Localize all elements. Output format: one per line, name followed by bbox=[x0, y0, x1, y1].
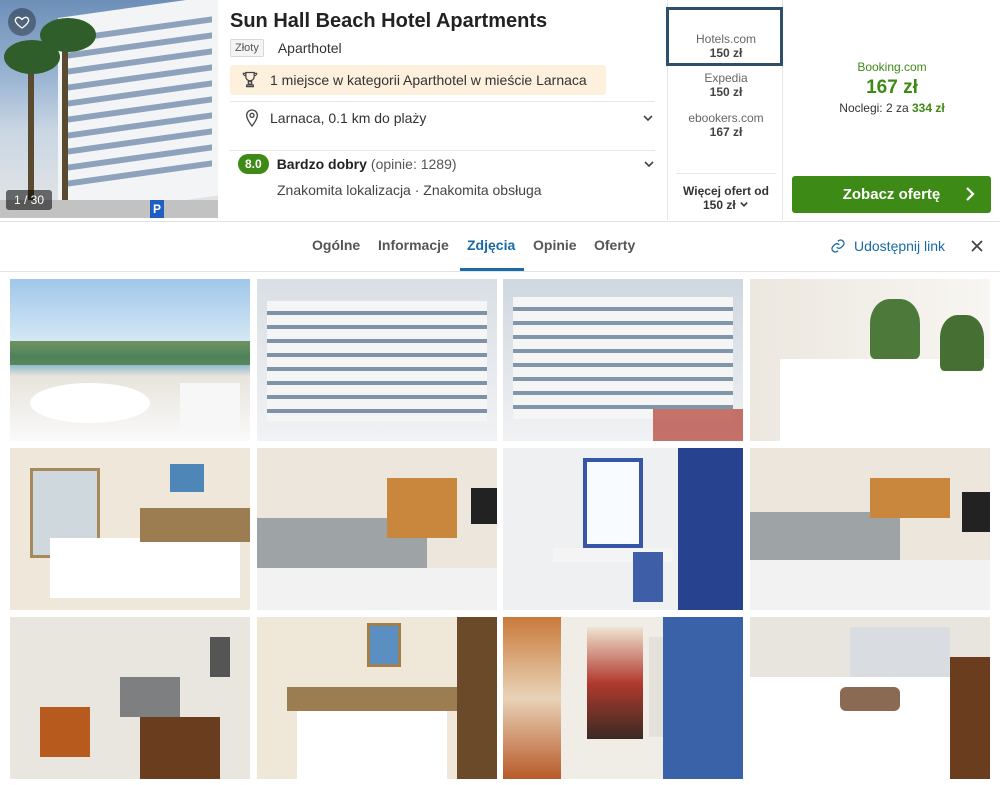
photo-hotel-facade-2[interactable] bbox=[503, 279, 743, 441]
active-tab-indicator bbox=[460, 268, 524, 271]
rating-row[interactable]: 8.0 Bardzo dobry (opinie: 1289) Znakomit… bbox=[238, 154, 655, 198]
rating-count: (opinie: 1289) bbox=[370, 156, 457, 172]
divider bbox=[230, 101, 655, 102]
parking-sign: P bbox=[150, 200, 164, 218]
photo-bedroom[interactable] bbox=[10, 448, 250, 610]
hotel-card: P 1 / 30 Sun Hall Beach Hotel Apartments… bbox=[0, 0, 1000, 222]
deal-nights: Noclegi: 2 za 334 zł bbox=[792, 101, 992, 115]
score-badge: 8.0 bbox=[238, 154, 269, 174]
tab-photos[interactable]: Zdjęcia bbox=[467, 237, 515, 253]
link-icon bbox=[831, 239, 845, 253]
photo-dining-area[interactable] bbox=[10, 617, 250, 779]
best-deal: Booking.com 167 zł Noclegi: 2 za 334 zł … bbox=[792, 0, 992, 220]
tier-badge: Złoty bbox=[230, 39, 264, 57]
photo-bedroom-2[interactable] bbox=[257, 617, 497, 779]
deal-provider: Booking.com bbox=[857, 60, 927, 74]
chevron-down-icon bbox=[643, 115, 653, 122]
photo-artwork-wall[interactable] bbox=[503, 617, 743, 779]
view-offer-button[interactable]: Zobacz ofertę bbox=[792, 176, 991, 213]
deal-price: 167 zł bbox=[866, 77, 918, 98]
tab-offers[interactable]: Oferty bbox=[594, 237, 635, 253]
photo-living-room-2[interactable] bbox=[750, 448, 990, 610]
tab-info[interactable]: Informacje bbox=[378, 237, 449, 253]
photo-desk-window[interactable] bbox=[503, 448, 743, 610]
offer-ebookers[interactable]: ebookers.com 167 zł bbox=[668, 111, 784, 139]
location-row[interactable]: Larnaca, 0.1 km do plaży bbox=[244, 108, 654, 128]
heart-icon bbox=[14, 16, 30, 29]
property-type: Aparthotel bbox=[277, 40, 342, 56]
offer-expedia[interactable]: Expedia 150 zł bbox=[668, 71, 784, 99]
rating-label: Bardzo dobry bbox=[276, 156, 367, 172]
photo-plants-terrace[interactable] bbox=[750, 279, 990, 441]
rating-highlights: Znakomita lokalizacja · Znakomita obsług… bbox=[277, 182, 542, 198]
location-text: Larnaca, 0.1 km do plaży bbox=[270, 110, 427, 126]
tab-reviews[interactable]: Opinie bbox=[533, 237, 577, 253]
photo-hotel-facade[interactable] bbox=[257, 279, 497, 441]
more-offers-label: Więcej ofert od bbox=[683, 184, 769, 198]
highlight-box bbox=[666, 7, 783, 66]
share-label: Udostępnij link bbox=[854, 238, 946, 254]
award-text: 1 miejsce w kategorii Aparthotel w mieśc… bbox=[270, 72, 587, 88]
chevron-right-icon bbox=[966, 187, 975, 201]
nights-prefix: Noclegi: 2 za bbox=[839, 101, 909, 115]
chevron-down-icon bbox=[740, 202, 748, 207]
offer-provider: ebookers.com bbox=[688, 111, 764, 125]
hotel-main-photo[interactable]: P 1 / 30 bbox=[0, 0, 218, 218]
trophy-icon bbox=[242, 71, 258, 88]
location-pin-icon bbox=[245, 109, 259, 128]
divider bbox=[676, 173, 776, 174]
award-banner: 1 miejsce w kategorii Aparthotel w mieśc… bbox=[230, 65, 606, 95]
chevron-down-icon bbox=[644, 161, 654, 168]
nights-total: 334 zł bbox=[912, 101, 945, 115]
offer-price: 150 zł bbox=[709, 85, 743, 99]
more-offers-price: 150 zł bbox=[702, 198, 736, 212]
offer-provider: Expedia bbox=[704, 71, 748, 85]
offer-price: 167 zł bbox=[709, 125, 743, 139]
photo-living-room[interactable] bbox=[257, 448, 497, 610]
photo-bedroom-3[interactable] bbox=[750, 617, 990, 779]
view-offer-label: Zobacz ofertę bbox=[842, 186, 941, 203]
photo-balcony-sea[interactable] bbox=[10, 279, 250, 441]
detail-tabs: Ogólne Informacje Zdjęcia Opinie Oferty … bbox=[0, 222, 1000, 272]
photo-counter: 1 / 30 bbox=[6, 190, 53, 210]
close-icon bbox=[971, 240, 983, 252]
tab-general[interactable]: Ogólne bbox=[312, 237, 360, 253]
share-link[interactable]: Udostępnij link bbox=[830, 238, 945, 254]
more-offers-link[interactable]: Więcej ofert od 150 zł bbox=[668, 184, 784, 212]
close-button[interactable] bbox=[970, 239, 984, 258]
hotel-info: Sun Hall Beach Hotel Apartments Złoty Ap… bbox=[230, 8, 655, 95]
hotel-name[interactable]: Sun Hall Beach Hotel Apartments bbox=[230, 8, 655, 34]
divider bbox=[230, 150, 655, 151]
favorite-button[interactable] bbox=[8, 8, 36, 36]
